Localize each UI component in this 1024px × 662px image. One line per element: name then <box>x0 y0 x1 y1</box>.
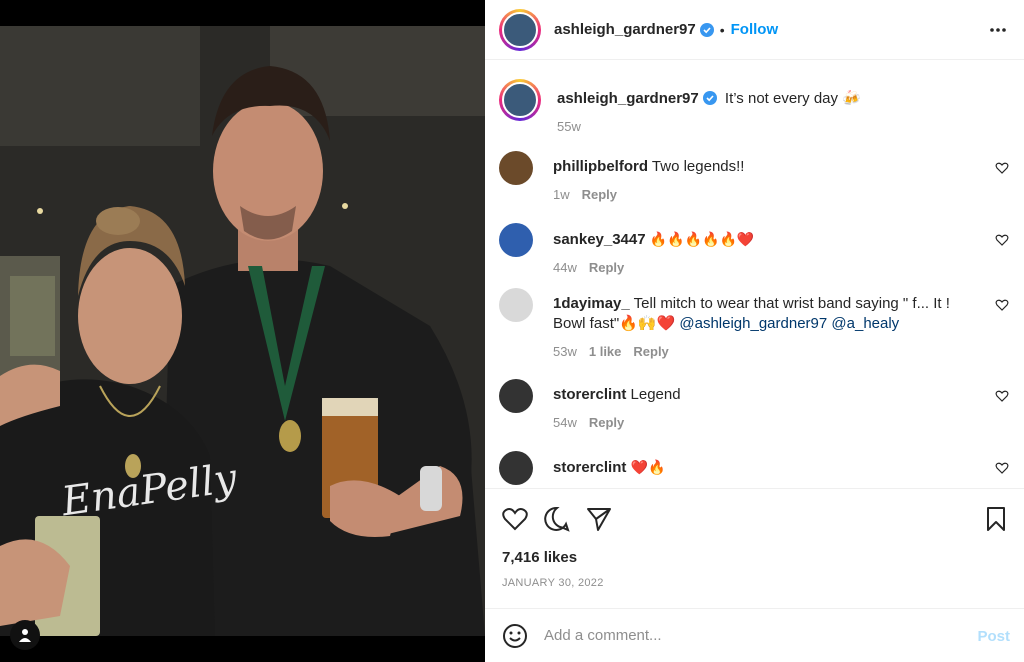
comments-list[interactable]: ashleigh_gardner97 It’s not every day 🍻 … <box>485 61 1024 487</box>
commenter-avatar[interactable] <box>499 151 533 185</box>
comment-age[interactable]: 53w <box>553 344 577 359</box>
tagged-user-icon[interactable] <box>10 620 40 650</box>
comment-username[interactable]: storerclint <box>553 386 626 403</box>
post-date: JANUARY 30, 2022 <box>502 577 604 589</box>
save-bookmark-icon[interactable] <box>982 505 1010 533</box>
photo-illustration: EnaPelly <box>0 26 485 636</box>
follow-button[interactable]: Follow <box>731 21 779 38</box>
commenter-avatar[interactable] <box>499 223 533 257</box>
comment-row: storerclint Legend 54w Reply <box>499 379 1009 433</box>
commenter-avatar[interactable] <box>499 379 533 413</box>
commenter-avatar[interactable] <box>499 288 533 322</box>
like-heart-icon[interactable] <box>501 505 529 533</box>
header-separator: • <box>719 21 725 38</box>
comment-age[interactable]: 54w <box>553 415 577 430</box>
verified-badge-icon <box>699 22 714 37</box>
more-options-icon[interactable] <box>988 20 1008 40</box>
caption-username[interactable]: ashleigh_gardner97 <box>557 90 699 107</box>
comment-row: sankey_3447 🔥🔥🔥🔥🔥❤️ 44w Reply <box>499 223 1009 278</box>
mention-link[interactable]: @a_healy <box>831 315 899 332</box>
reply-button[interactable]: Reply <box>589 415 624 430</box>
comment-username[interactable]: phillipbelford <box>553 158 648 175</box>
reply-button[interactable]: Reply <box>633 344 668 359</box>
comment-age[interactable]: 44w <box>553 260 577 275</box>
post-comment-button[interactable]: Post <box>977 628 1010 645</box>
comment-icon[interactable] <box>543 505 571 533</box>
post-details-panel: ashleigh_gardner97 • Follow ashleigh_gar… <box>485 0 1024 662</box>
author-username[interactable]: ashleigh_gardner97 <box>554 21 696 38</box>
post-actions: 7,416 likes JANUARY 30, 2022 <box>485 488 1024 608</box>
comment-username[interactable]: storerclint <box>553 459 626 476</box>
commenter-avatar[interactable] <box>499 451 533 485</box>
author-avatar-image <box>502 11 538 48</box>
like-comment-heart-icon[interactable] <box>995 233 1009 247</box>
author-avatar[interactable] <box>499 8 541 51</box>
comment-row: phillipbelford Two legends!! 1w Reply <box>499 151 1009 205</box>
caption-text: It’s not every day 🍻 <box>724 90 861 107</box>
likes-count[interactable]: 7,416 likes <box>502 549 577 566</box>
comment-input[interactable] <box>544 627 954 644</box>
like-comment-heart-icon[interactable] <box>995 389 1009 403</box>
comment-text: Two legends!! <box>651 158 745 175</box>
post-modal: EnaPelly ashleigh_gardner97 • Follow ash… <box>0 0 1024 662</box>
post-media: EnaPelly <box>0 0 485 662</box>
verified-badge-icon <box>702 91 717 105</box>
comment-text: Legend <box>630 386 681 403</box>
reply-button[interactable]: Reply <box>589 260 624 275</box>
share-icon[interactable] <box>585 505 613 533</box>
mention-link[interactable]: @ashleigh_gardner97 <box>679 315 827 332</box>
comment-row: 1dayimay_ Tell mitch to wear that wrist … <box>499 288 1009 362</box>
comment-likes[interactable]: 1 like <box>589 344 622 359</box>
emoji-picker-icon[interactable] <box>502 623 528 649</box>
comment-text: ❤️🔥 <box>630 459 666 475</box>
post-photo[interactable]: EnaPelly <box>0 26 485 636</box>
like-comment-heart-icon[interactable] <box>995 298 1009 312</box>
like-comment-heart-icon[interactable] <box>995 461 1009 475</box>
post-header: ashleigh_gardner97 • Follow <box>485 0 1024 60</box>
caption-row: ashleigh_gardner97 It’s not every day 🍻 … <box>499 79 1009 137</box>
caption-avatar[interactable] <box>499 79 541 121</box>
comment-username[interactable]: 1dayimay_ <box>553 295 630 312</box>
caption-age[interactable]: 55w <box>557 119 581 134</box>
comment-username[interactable]: sankey_3447 <box>553 231 646 248</box>
comment-row: storerclint ❤️🔥 <box>499 451 1009 485</box>
like-comment-heart-icon[interactable] <box>995 161 1009 175</box>
reply-button[interactable]: Reply <box>582 187 617 202</box>
comment-text: 🔥🔥🔥🔥🔥❤️ <box>649 231 755 247</box>
comment-age[interactable]: 1w <box>553 187 570 202</box>
add-comment-bar: Post <box>485 608 1024 662</box>
